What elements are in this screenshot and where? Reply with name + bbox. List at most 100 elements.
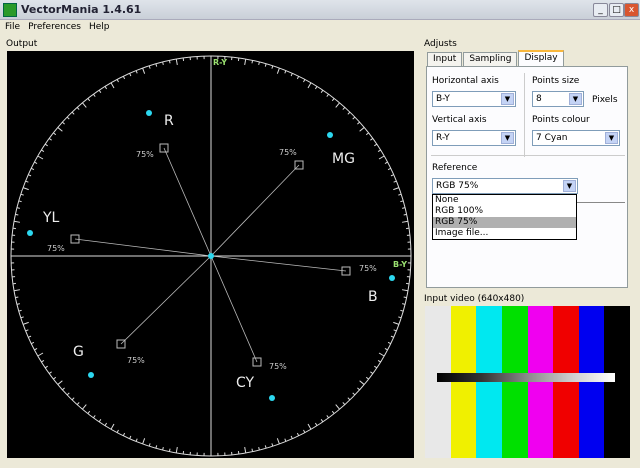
graticule-tick — [271, 443, 274, 447]
graticule-tick — [18, 309, 22, 312]
graticule-tick — [303, 429, 306, 433]
target-75-label: 75% — [359, 264, 377, 273]
vector-line — [120, 255, 212, 345]
color-label-g: G — [73, 344, 84, 360]
vector-line — [210, 255, 347, 272]
maximize-button[interactable]: □ — [609, 3, 624, 17]
color-bar — [527, 306, 554, 458]
graticule-tick — [71, 397, 75, 401]
menu-help[interactable]: Help — [89, 20, 110, 35]
color-label-b: B — [368, 289, 378, 305]
graticule-tick — [48, 138, 52, 141]
graticule-tick — [335, 102, 340, 108]
graticule-tick — [296, 76, 300, 80]
menu-bar: File Preferences Help — [0, 20, 640, 35]
graticule-tick — [357, 387, 360, 391]
reference-label: Reference — [432, 163, 478, 173]
option-none[interactable]: None — [433, 195, 576, 206]
close-button[interactable]: x — [624, 3, 639, 17]
graticule-tick — [307, 82, 312, 89]
tab-sampling[interactable]: Sampling — [463, 52, 518, 66]
graticule-tick — [244, 58, 247, 66]
graticule-tick — [326, 93, 329, 97]
chevron-down-icon[interactable]: ▼ — [563, 180, 576, 192]
divider — [524, 73, 525, 157]
graticule-tick — [13, 220, 21, 223]
target-75-label: 75% — [269, 362, 287, 371]
graticule-tick — [387, 341, 391, 345]
target-75-label: 75% — [136, 150, 154, 159]
graticule-tick — [276, 67, 280, 74]
graticule-tick — [28, 335, 32, 338]
menu-file[interactable]: File — [5, 20, 20, 35]
graticule-tick — [87, 410, 91, 414]
graticule-tick — [168, 448, 171, 452]
target-75-label: 75% — [47, 244, 65, 253]
graticule-tick — [393, 321, 400, 325]
reference-select[interactable]: RGB 75% ▼ — [432, 178, 578, 194]
graticule-tick — [175, 58, 178, 66]
sample-point — [27, 230, 33, 236]
graticule-tick — [104, 422, 108, 426]
graticule-tick — [264, 63, 267, 67]
graticule-tick — [264, 445, 267, 449]
color-label-mg: MG — [332, 151, 355, 167]
graticule-tick — [76, 402, 80, 405]
vectorscope: 75% R 75% MG 75% YL 75% B 75% G 75% CY R-Y B-Y — [7, 51, 414, 458]
graticule-tick — [41, 359, 45, 363]
vertical-axis-select[interactable]: R-Y ▼ — [432, 130, 516, 146]
graticule-tick — [82, 404, 87, 410]
color-bar — [425, 306, 451, 458]
graticule-tick — [20, 193, 24, 196]
graticule-tick — [284, 438, 287, 442]
graticule-tick — [116, 429, 119, 433]
graticule-tick — [284, 70, 287, 74]
option-rgb-100[interactable]: RGB 100% — [433, 206, 576, 217]
graticule-tick — [155, 63, 158, 67]
graticule-tick — [82, 102, 87, 108]
points-colour-select[interactable]: 7 Cyan ▼ — [532, 130, 620, 146]
graticule-tick — [357, 121, 360, 125]
graticule-tick — [393, 329, 397, 332]
graticule-tick — [251, 60, 254, 64]
graticule-tick — [48, 371, 52, 374]
target-75-label: 75% — [279, 148, 297, 157]
horizontal-axis-value: B-Y — [436, 94, 450, 104]
menu-preferences[interactable]: Preferences — [28, 20, 81, 35]
graticule-tick — [142, 67, 146, 74]
title-bar: VectorMania 1.4.61 _ □ x — [0, 0, 640, 20]
graticule-tick — [276, 438, 280, 445]
graticule-tick — [377, 359, 381, 363]
graticule-tick — [331, 410, 335, 414]
minimize-button[interactable]: _ — [593, 3, 608, 17]
chevron-down-icon[interactable]: ▼ — [569, 93, 582, 105]
chevron-down-icon[interactable]: ▼ — [605, 132, 618, 144]
graticule-tick — [148, 443, 151, 447]
option-image-file[interactable]: Image file... — [433, 228, 576, 239]
chevron-down-icon[interactable]: ▼ — [501, 93, 514, 105]
chevron-down-icon[interactable]: ▼ — [501, 132, 514, 144]
points-size-label: Points size — [532, 76, 580, 86]
graticule-tick — [18, 200, 22, 203]
graticule-tick — [16, 207, 20, 209]
graticule-tick — [320, 419, 324, 423]
tab-input[interactable]: Input — [427, 52, 463, 66]
graticule-tick — [290, 435, 293, 439]
tab-display[interactable]: Display — [518, 50, 564, 66]
sample-point — [88, 372, 94, 378]
graticule-tick — [352, 116, 356, 120]
graticule-tick — [28, 174, 32, 177]
graticule-tick — [148, 65, 151, 69]
points-size-select[interactable]: 8 ▼ — [532, 91, 584, 107]
graticule-tick — [251, 448, 254, 452]
graticule-tick — [162, 61, 164, 65]
graticule-tick — [400, 309, 404, 312]
graticule-tick — [122, 76, 126, 80]
graticule-tick — [271, 65, 274, 69]
graticule-tick — [377, 149, 381, 153]
color-label-yl: YL — [42, 210, 60, 226]
option-rgb-75[interactable]: RGB 75% — [433, 217, 576, 228]
horizontal-axis-select[interactable]: B-Y ▼ — [432, 91, 516, 107]
graticule-tick — [384, 161, 388, 164]
color-bar — [450, 306, 477, 458]
